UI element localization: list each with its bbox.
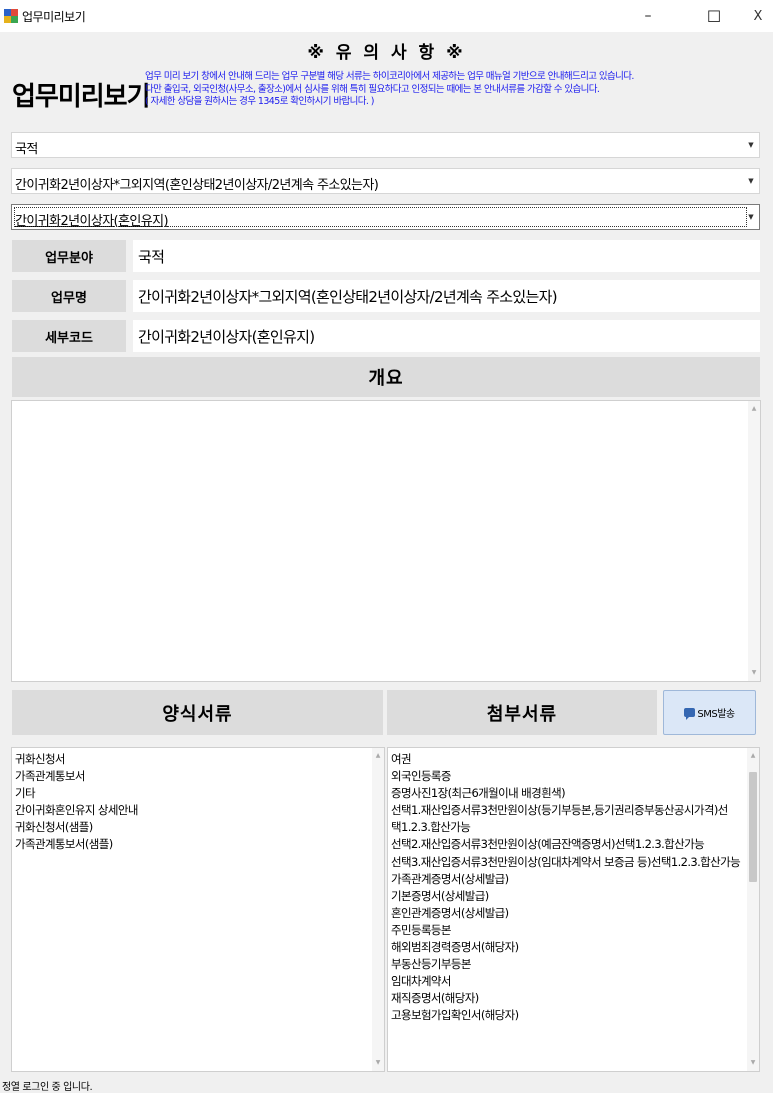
overview-scrollbar[interactable]: ▲ ▼ [748, 401, 760, 681]
task-name-value: 간이귀화2년이상자*그외지역(혼인상태2년이상자/2년계속 주소있는자) [133, 280, 760, 312]
close-button[interactable]: X [735, 0, 773, 32]
list-item[interactable]: 택1.2.3.합산가능 [391, 819, 759, 836]
page-title: 업무미리보기 [12, 82, 151, 112]
attachments-header: 첨부서류 [387, 690, 657, 735]
task-select[interactable]: 간이귀화2년이상자*그외지역(혼인상태2년이상자/2년계속 주소있는자) ▼ [11, 168, 760, 194]
scroll-up-icon[interactable]: ▲ [748, 403, 760, 415]
list-item[interactable]: 재직증명서(해당자) [391, 990, 759, 1007]
message-icon [684, 708, 696, 720]
list-item[interactable]: 가족관계증명서(상세발급) [391, 871, 759, 888]
notice-line: 업무 미리 보기 창에서 안내해 드리는 업무 구분별 해당 서류는 하이코리아… [145, 71, 634, 82]
forms-scrollbar[interactable]: ▲ ▼ [372, 748, 384, 1071]
status-text: 정열 로그인 중 입니다. [2, 1082, 93, 1093]
list-item[interactable]: 혼인관계증명서(상세발급) [391, 905, 759, 922]
list-item[interactable]: 선택3.재산입증서류3천만원이상(임대차계약서 보증금 등)선택1.2.3.합산… [391, 854, 759, 871]
list-item[interactable]: 증명사진1장(최근6개월이내 배경흰색) [391, 785, 759, 802]
list-item[interactable]: 부동산등기부등본 [391, 956, 759, 973]
window-title: 업무미리보기 [22, 10, 86, 24]
list-item[interactable]: 여권 [391, 751, 759, 768]
detail-code-label: 세부코드 [12, 320, 126, 352]
detail-select[interactable]: 간이귀화2년이상자(혼인유지) ▼ [11, 204, 760, 230]
category-select-value: 국적 [15, 142, 38, 157]
attachments-scrollbar[interactable]: ▲ ▼ [747, 748, 759, 1071]
minimize-button[interactable]: – [625, 0, 671, 32]
dropdown-arrow-icon: ▼ [748, 213, 753, 221]
list-item[interactable]: 가족관계통보서(샘플) [15, 836, 384, 853]
notice-title: ※ 유 의 사 항 ※ [307, 43, 466, 63]
notice-line: 다만 출입국, 외국인청(사무소, 출장소)에서 심사를 위해 특히 필요하다고… [145, 83, 600, 95]
scroll-down-icon[interactable]: ▼ [372, 1057, 384, 1069]
scroll-down-icon[interactable]: ▼ [748, 667, 760, 679]
scrollbar-thumb[interactable] [749, 772, 757, 882]
area-label: 업무분야 [12, 240, 126, 272]
sms-send-label: SMS발송 [697, 709, 735, 720]
list-item[interactable]: 외국인등록증 [391, 768, 759, 785]
forms-header: 양식서류 [12, 690, 383, 735]
detail-code-value: 간이귀화2년이상자(혼인유지) [133, 320, 760, 352]
scroll-up-icon[interactable]: ▲ [372, 750, 384, 762]
list-item[interactable]: 주민등록등본 [391, 922, 759, 939]
list-item[interactable]: 기타 [15, 785, 384, 802]
overview-header: 개요 [12, 357, 760, 397]
attachments-list[interactable]: 여권 외국인등록증 증명사진1장(최근6개월이내 배경흰색) 선택1.재산입증서… [387, 747, 760, 1072]
forms-list[interactable]: 귀화신청서 가족관계통보서 기타 간이귀화혼인유지 상세안내 귀화신청서(샘플)… [11, 747, 385, 1072]
focus-rectangle [14, 207, 747, 227]
maximize-button[interactable]: ☐ [691, 0, 737, 32]
list-item[interactable]: 임대차계약서 [391, 973, 759, 990]
notice-line: ( 자세한 상담을 원하시는 경우 1345로 확인하시기 바랍니다. ) [145, 96, 374, 107]
app-icon [4, 9, 18, 23]
list-item[interactable]: 귀화신청서 [15, 751, 384, 768]
dropdown-arrow-icon: ▼ [748, 177, 753, 185]
sms-send-button[interactable]: SMS발송 [663, 690, 756, 735]
list-item[interactable]: 해외범죄경력증명서(해당자) [391, 939, 759, 956]
dropdown-arrow-icon: ▼ [748, 141, 753, 149]
list-item[interactable]: 선택1.재산입증서류3천만원이상(등기부등본,등기권리증부동산공시가격)선 [391, 802, 759, 819]
status-bar: 정열 로그인 중 입니다. [0, 1075, 773, 1093]
scroll-up-icon[interactable]: ▲ [747, 750, 759, 762]
list-item[interactable]: 선택2.재산입증서류3천만원이상(예금잔액증명서)선택1.2.3.합산가능 [391, 836, 759, 853]
task-name-label: 업무명 [12, 280, 126, 312]
window-titlebar: 업무미리보기 – ☐ X [0, 0, 773, 32]
area-value: 국적 [133, 240, 760, 272]
list-item[interactable]: 귀화신청서(샘플) [15, 819, 384, 836]
category-select[interactable]: 국적 ▼ [11, 132, 760, 158]
task-select-value: 간이귀화2년이상자*그외지역(혼인상태2년이상자/2년계속 주소있는자) [15, 178, 379, 193]
list-item[interactable]: 가족관계통보서 [15, 768, 384, 785]
overview-textarea[interactable]: ▲ ▼ [11, 400, 761, 682]
list-item[interactable]: 간이귀화혼인유지 상세안내 [15, 802, 384, 819]
list-item[interactable]: 고용보험가입확인서(해당자) [391, 1007, 759, 1024]
notice-text: 업무 미리 보기 창에서 안내해 드리는 업무 구분별 해당 서류는 하이코리아… [145, 71, 634, 109]
list-item[interactable]: 기본증명서(상세발급) [391, 888, 759, 905]
scroll-down-icon[interactable]: ▼ [747, 1057, 759, 1069]
